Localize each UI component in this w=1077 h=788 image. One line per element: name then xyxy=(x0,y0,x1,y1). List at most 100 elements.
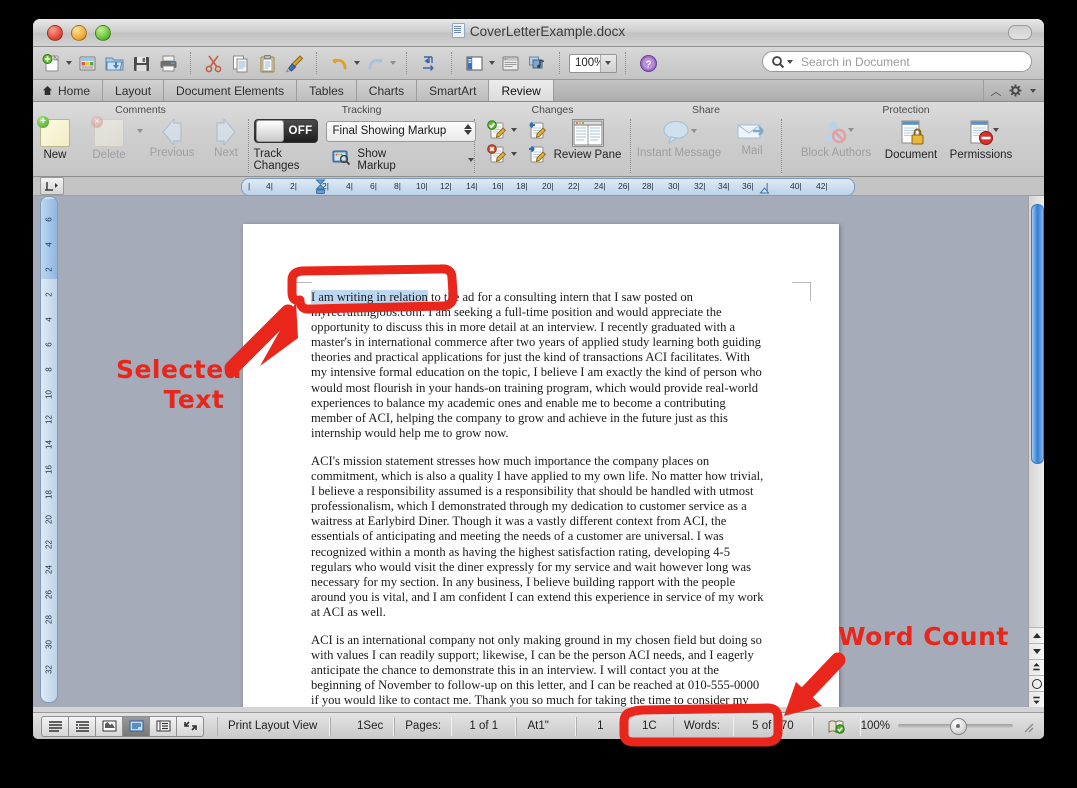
zoom-dropdown-arrow-icon[interactable] xyxy=(600,54,616,72)
instant-message-caret-icon[interactable] xyxy=(691,129,697,133)
review-pane-button[interactable]: Review Pane xyxy=(552,119,624,161)
left-indent-marker[interactable] xyxy=(315,179,326,195)
ribbon-group-share: Share Instant Message Mail xyxy=(631,102,781,176)
redo-button[interactable] xyxy=(363,51,388,76)
tab-tables[interactable]: Tables xyxy=(297,80,357,101)
paste-button[interactable] xyxy=(255,51,280,76)
help-button[interactable]: ? xyxy=(636,51,661,76)
vruler-tick: 2 xyxy=(44,267,54,272)
previous-comment-button[interactable]: Previous xyxy=(145,117,199,159)
ruler-bar: | 4| 2| 2| 4| 6| 8| 10| 12| 14| 16| 18| 20| 22| 24| 26|… xyxy=(33,177,1044,196)
markup-view-dropdown[interactable]: Final Showing Markup xyxy=(325,120,476,142)
permissions-button[interactable]: Permissions xyxy=(944,119,1018,161)
permissions-caret-icon[interactable] xyxy=(993,128,999,132)
instant-message-button[interactable]: Instant Message xyxy=(633,119,725,159)
tab-home[interactable]: Home xyxy=(33,80,104,101)
scrollbar-thumb[interactable] xyxy=(1031,204,1044,464)
tab-smartart[interactable]: SmartArt xyxy=(417,80,490,101)
media-browser-button[interactable] xyxy=(525,51,550,76)
notebook-layout-view-button[interactable] xyxy=(149,715,177,737)
resize-grip-icon[interactable] xyxy=(1021,720,1034,733)
publishing-layout-view-button[interactable] xyxy=(95,715,123,737)
new-document-caret-icon[interactable] xyxy=(66,61,72,65)
format-painter-button[interactable] xyxy=(282,51,307,76)
print-layout-view-button[interactable] xyxy=(122,715,150,737)
vruler-tick: 6 xyxy=(44,217,54,222)
tab-review[interactable]: Review xyxy=(489,80,554,101)
document-body-text[interactable]: I am writing in relation to the ad for a… xyxy=(311,290,769,707)
mail-label: Mail xyxy=(741,145,763,157)
select-browse-object-button[interactable] xyxy=(1029,675,1044,691)
delete-comment-caret-icon[interactable] xyxy=(137,129,143,133)
open-file-button[interactable] xyxy=(102,51,127,76)
draft-view-button[interactable] xyxy=(41,715,69,737)
show-toolbox-button[interactable] xyxy=(498,51,523,76)
scroll-up-button[interactable] xyxy=(1029,627,1044,643)
undo-redo-toolbar-group xyxy=(321,49,403,77)
tab-layout[interactable]: Layout xyxy=(103,80,165,101)
zoom-slider[interactable] xyxy=(898,718,1013,735)
track-changes-label: Track Changes xyxy=(253,148,300,172)
pages-label: Pages: xyxy=(394,716,453,736)
track-changes-toggle[interactable]: OFF xyxy=(253,119,318,143)
undo-button[interactable] xyxy=(327,51,352,76)
search-field[interactable]: Search in Document xyxy=(762,51,1032,72)
save-button[interactable] xyxy=(129,51,154,76)
spelling-check-icon[interactable] xyxy=(813,716,861,736)
delete-comment-button[interactable]: × Delete xyxy=(82,116,136,161)
outline-view-button[interactable] xyxy=(68,715,96,737)
new-document-button[interactable] xyxy=(39,51,64,76)
sidebar-caret-icon[interactable] xyxy=(489,61,495,65)
copy-button[interactable] xyxy=(228,51,253,76)
accept-change-icon[interactable] xyxy=(486,120,508,140)
ribbon-tools-caret-icon[interactable] xyxy=(1029,88,1036,93)
tab-selector-icon[interactable] xyxy=(40,177,64,195)
horizontal-ruler[interactable]: | 4| 2| 2| 4| 6| 8| 10| 12| 14| 16| 18| 20| 22| 24| 26|… xyxy=(241,178,855,196)
next-page-button[interactable] xyxy=(1029,691,1044,707)
show-formatting-marks-button[interactable] xyxy=(417,51,442,76)
search-scope-caret-icon[interactable] xyxy=(787,59,793,64)
document-page[interactable]: I am writing in relation to the ad for a… xyxy=(243,224,839,707)
protect-document-button[interactable]: Document xyxy=(878,119,944,161)
print-button[interactable] xyxy=(156,51,181,76)
markup-stepper-icon[interactable] xyxy=(463,123,472,135)
tab-layout-label: Layout xyxy=(115,83,152,98)
zoom-slider-knob[interactable] xyxy=(950,718,967,735)
previous-page-button[interactable] xyxy=(1029,659,1044,675)
chevron-up-icon[interactable]: ︿ xyxy=(991,83,1002,99)
delete-comment-label: Delete xyxy=(92,149,126,161)
vertical-ruler[interactable]: 6 4 2 2 4 6 8 10 12 14 16 18 20 22 24 26 28 30 32 xyxy=(40,196,58,703)
column-indicator: 1C xyxy=(624,716,673,736)
next-comment-button[interactable]: Next xyxy=(199,117,253,159)
mail-button[interactable]: Mail xyxy=(725,119,779,157)
ruler-tick: 12| xyxy=(440,181,452,191)
view-mode-label: Print Layout View xyxy=(217,716,331,736)
block-authors-button[interactable]: Block Authors xyxy=(794,119,878,159)
ruler-tick: | xyxy=(248,181,251,191)
show-markup-icon xyxy=(332,149,351,171)
zoom-combobox[interactable]: 100% xyxy=(569,53,617,73)
ruler-tick: 24| xyxy=(594,181,606,191)
right-indent-marker[interactable] xyxy=(759,183,770,195)
vruler-tick: 24 xyxy=(44,565,54,574)
undo-caret-icon[interactable] xyxy=(354,61,360,65)
vertical-scrollbar[interactable] xyxy=(1028,196,1044,707)
block-authors-caret-icon[interactable] xyxy=(848,128,854,132)
reject-caret-icon[interactable] xyxy=(510,152,517,156)
template-gallery-button[interactable] xyxy=(75,51,100,76)
full-screen-view-button[interactable] xyxy=(176,715,204,737)
new-comment-button[interactable]: + New xyxy=(33,116,82,161)
tab-document-elements[interactable]: Document Elements xyxy=(164,80,298,101)
scroll-down-button[interactable] xyxy=(1029,643,1044,659)
redo-caret-icon[interactable] xyxy=(390,61,396,65)
next-change-icon[interactable] xyxy=(526,144,548,164)
show-markup-caret-icon[interactable] xyxy=(467,158,474,162)
tab-charts[interactable]: Charts xyxy=(356,80,418,101)
reject-change-icon[interactable] xyxy=(486,144,508,164)
cut-button[interactable] xyxy=(201,51,226,76)
previous-change-icon[interactable] xyxy=(526,120,548,140)
toolbar-toggle-button[interactable] xyxy=(1008,25,1032,40)
sidebar-toggle-button[interactable] xyxy=(462,51,487,76)
accept-caret-icon[interactable] xyxy=(510,128,517,132)
ruler-tick: 34| xyxy=(718,181,730,191)
